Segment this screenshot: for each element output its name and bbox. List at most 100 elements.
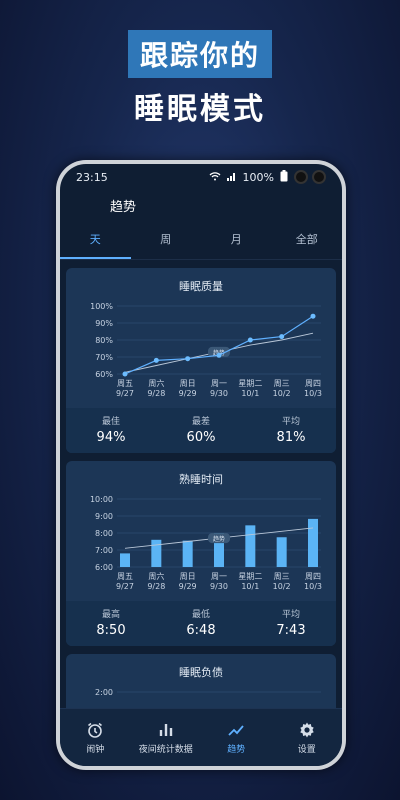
trend-icon xyxy=(227,721,245,739)
tab-day[interactable]: 天 xyxy=(60,220,131,259)
x-tick-label: 周三 xyxy=(274,379,290,388)
stat-value: 60% xyxy=(186,430,216,445)
period-tabs: 天 周 月 全部 xyxy=(60,220,342,260)
gear-icon xyxy=(298,721,316,739)
x-tick-label: 星期二 xyxy=(238,379,262,388)
y-tick-label: 100% xyxy=(90,302,113,311)
deep-sleep-chart: 6:00 7:00 8:00 9:00 10:00 周五9/27 周六9/28 周日9/29 周… xyxy=(90,495,322,591)
stat-value: 94% xyxy=(96,430,126,445)
x-tick-label: 周四 xyxy=(305,379,321,388)
tab-month[interactable]: 月 xyxy=(201,220,272,259)
y-tick-label: 6:00 xyxy=(95,563,113,572)
sleep-debt-chart: 1:301:452:00趋势 xyxy=(95,688,321,697)
sleep-quality-card[interactable]: 睡眠质量 60% 70% 80% 90% 100% 周五 9/27 周六 9/28 周日 9/29 周… xyxy=(66,268,336,453)
x-tick-label: 10/2 xyxy=(273,582,291,591)
battery-icon xyxy=(280,169,288,185)
data-point xyxy=(185,356,191,362)
x-tick-label: 9/29 xyxy=(179,582,197,591)
stat-value: 6:48 xyxy=(186,623,216,638)
x-tick-label: 9/27 xyxy=(116,389,134,398)
sleep-debt-card[interactable]: 睡眠负债 1:301:452:00趋势 xyxy=(66,654,336,708)
bar xyxy=(120,553,130,567)
x-tick-label: 周日 xyxy=(180,379,196,388)
stat-value: 8:50 xyxy=(96,623,126,638)
stats-row: 最高 8:50 最低 6:48 平均 7:43 xyxy=(66,601,336,646)
y-tick-label: 80% xyxy=(95,336,113,345)
data-point xyxy=(216,352,222,358)
card-title: 睡眠质量 xyxy=(179,280,223,293)
bar xyxy=(182,540,193,567)
tab-week[interactable]: 周 xyxy=(131,220,202,259)
data-point xyxy=(247,337,253,343)
series-line xyxy=(124,315,314,375)
x-tick-label: 周五 xyxy=(117,572,133,581)
stat-value: 81% xyxy=(276,430,306,445)
nav-night-stats[interactable]: 夜间统计数据 xyxy=(131,709,202,766)
nav-settings[interactable]: 设置 xyxy=(272,709,343,766)
card-title: 熟睡时间 xyxy=(179,473,223,486)
x-tick-label: 9/27 xyxy=(116,582,134,591)
wifi-icon xyxy=(209,171,221,184)
stat-label: 最高 xyxy=(101,610,120,620)
page-title: 趋势 xyxy=(110,199,137,215)
x-tick-label: 10/1 xyxy=(241,582,259,591)
bottom-nav: 闹钟 夜间统计数据 趋势 设置 xyxy=(60,708,342,766)
x-tick-label: 周六 xyxy=(148,378,164,388)
deep-sleep-card[interactable]: 熟睡时间 6:00 7:00 8:00 9:00 10:00 周五 9/27 周六 9/28 周日… xyxy=(66,461,336,646)
data-point xyxy=(279,334,285,340)
stat-label: 平均 xyxy=(281,417,300,427)
data-point xyxy=(310,313,316,319)
x-tick-label: 周一 xyxy=(211,572,227,581)
y-tick-label: 60% xyxy=(95,370,113,379)
tab-all[interactable]: 全部 xyxy=(272,220,343,259)
y-tick-label: 2:00 xyxy=(95,688,113,697)
x-tick-label: 9/29 xyxy=(179,389,197,398)
hero-subheadline: 睡眠模式 xyxy=(134,92,266,127)
nav-alarm[interactable]: 闹钟 xyxy=(60,709,131,766)
x-tick-label: 9/30 xyxy=(210,389,228,398)
x-tick-label: 9/28 xyxy=(147,582,165,591)
x-tick-label: 周五 xyxy=(117,379,133,388)
bar xyxy=(245,525,256,567)
data-point xyxy=(122,371,128,377)
x-tick-label: 周三 xyxy=(274,572,290,581)
y-tick-label: 90% xyxy=(95,319,113,328)
hero-headline: 跟踪你的 xyxy=(127,30,272,78)
alarm-clock-icon xyxy=(86,721,104,739)
card-title: 睡眠负债 xyxy=(179,666,223,679)
nav-label: 闹钟 xyxy=(86,744,105,755)
bar-chart-icon xyxy=(157,721,175,739)
x-tick-label: 9/30 xyxy=(210,582,228,591)
trends-list[interactable]: 睡眠质量 60% 70% 80% 90% 100% 周五 9/27 周六 9/28 周日 9/29 周… xyxy=(60,260,342,708)
bar xyxy=(308,518,318,567)
trend-label: 趋势 xyxy=(213,535,225,543)
nav-label: 夜间统计数据 xyxy=(138,744,193,755)
x-tick-label: 9/28 xyxy=(147,389,165,398)
x-tick-label: 周六 xyxy=(148,571,164,581)
x-tick-label: 10/3 xyxy=(304,582,322,591)
sleep-quality-chart: 60% 70% 80% 90% 100% 周五9/27 周六9/28 周日9/29 周一9/30… xyxy=(90,302,322,398)
front-cameras xyxy=(294,170,326,184)
app-screen: 23:15 100% 趋势 天 周 月 全部 睡眠质量 60% 70% 80% … xyxy=(60,164,342,766)
stat-label: 最低 xyxy=(191,610,210,620)
signal-icon xyxy=(226,171,237,184)
x-tick-label: 10/3 xyxy=(304,389,322,398)
y-tick-label: 10:00 xyxy=(90,495,113,504)
stat-label: 最佳 xyxy=(101,417,120,427)
status-bar: 23:15 100% xyxy=(60,164,342,190)
x-tick-label: 10/2 xyxy=(273,389,291,398)
nav-trends[interactable]: 趋势 xyxy=(201,709,272,766)
stat-label: 最差 xyxy=(191,417,210,427)
nav-label: 设置 xyxy=(297,744,316,755)
x-tick-label: 星期二 xyxy=(238,572,262,581)
battery-level: 100% xyxy=(242,170,274,184)
stat-label: 平均 xyxy=(281,610,300,620)
hero-banner: 跟踪你的 睡眠模式 xyxy=(0,30,400,128)
x-tick-label: 10/1 xyxy=(241,389,259,398)
y-tick-label: 70% xyxy=(95,353,113,362)
y-tick-label: 9:00 xyxy=(95,512,113,521)
x-tick-label: 周日 xyxy=(180,572,196,581)
stat-value: 7:43 xyxy=(276,623,306,638)
stats-row: 最佳 94% 最差 60% 平均 81% xyxy=(66,408,336,453)
x-tick-label: 周一 xyxy=(211,379,227,388)
